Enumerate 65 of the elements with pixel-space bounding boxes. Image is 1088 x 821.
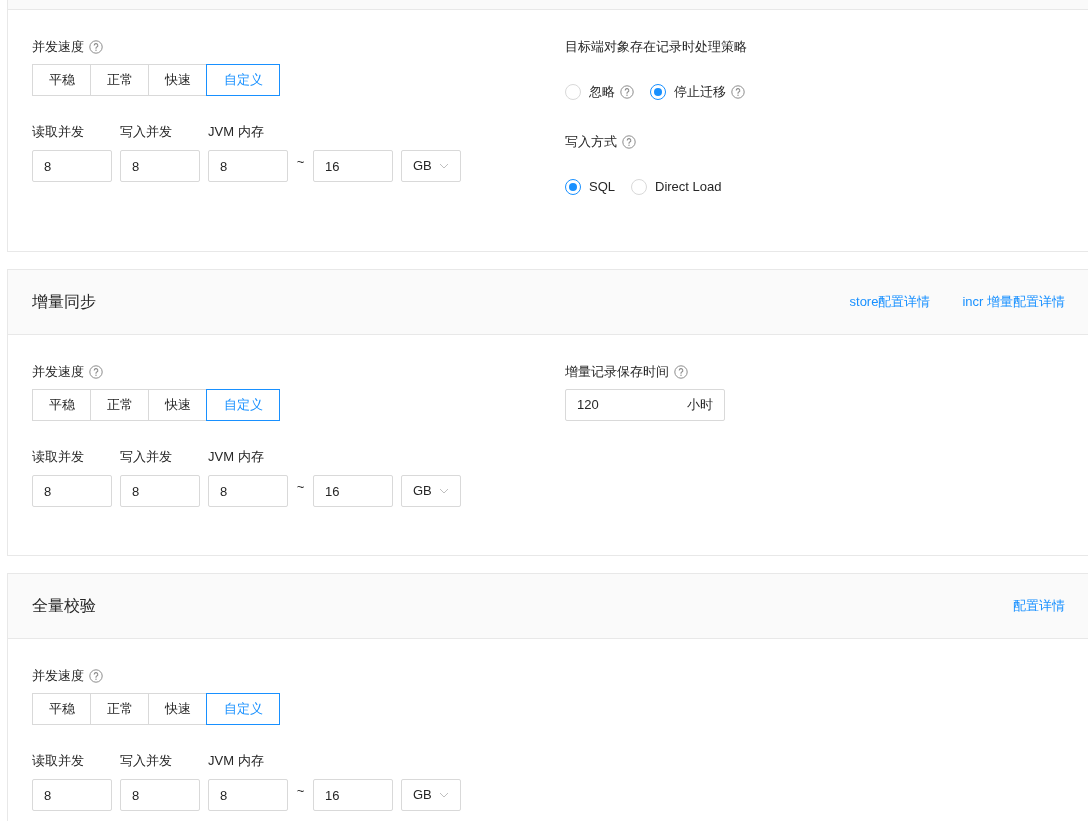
number-input[interactable]: 8 xyxy=(208,475,288,507)
field-label: 读取并发 xyxy=(32,123,85,142)
speed-option[interactable]: 平稳 xyxy=(32,693,91,725)
help-icon[interactable] xyxy=(731,85,745,99)
help-icon[interactable] xyxy=(674,365,688,379)
number-input[interactable]: 16 xyxy=(313,779,393,811)
speed-option[interactable]: 快速 xyxy=(148,64,207,96)
field-label: 并发速度 xyxy=(32,363,84,382)
number-input[interactable]: 8 xyxy=(32,475,112,507)
radio-label: 忽略 xyxy=(589,83,615,102)
help-icon[interactable] xyxy=(620,85,634,99)
help-icon[interactable] xyxy=(89,669,103,683)
speed-option[interactable]: 平稳 xyxy=(32,64,91,96)
number-input[interactable]: 8 xyxy=(32,150,112,182)
radio-option[interactable]: 忽略 xyxy=(565,82,634,102)
number-input[interactable]: 8 xyxy=(32,779,112,811)
radio-option[interactable]: SQL xyxy=(565,177,615,197)
speed-option[interactable]: 平稳 xyxy=(32,389,91,421)
unit-suffix: 小时 xyxy=(687,396,713,415)
number-input[interactable]: 8 xyxy=(120,779,200,811)
radio-option[interactable]: Direct Load xyxy=(631,177,722,197)
chevron-down-icon xyxy=(439,163,449,169)
range-separator: ~ xyxy=(295,153,306,172)
number-input[interactable]: 8 xyxy=(120,475,200,507)
range-separator: ~ xyxy=(295,782,306,801)
unit-select[interactable]: GB xyxy=(401,150,461,182)
field-label: 增量记录保存时间 xyxy=(565,363,669,382)
number-input[interactable]: 8 xyxy=(208,150,288,182)
radio-label: 停止迁移 xyxy=(674,83,726,102)
number-input[interactable]: 8 xyxy=(120,150,200,182)
help-icon[interactable] xyxy=(89,40,103,54)
help-icon[interactable] xyxy=(89,365,103,379)
field-label: 读取并发 xyxy=(32,752,85,771)
field-label: 写入并发 xyxy=(120,448,173,467)
radio-label: Direct Load xyxy=(655,178,722,197)
section-title: 全量校验 xyxy=(32,596,96,616)
hours-input[interactable]: 120 小时 xyxy=(565,389,725,421)
radio-option[interactable]: 停止迁移 xyxy=(650,82,745,102)
field-label: JVM 内存 xyxy=(208,448,264,467)
radio-label: SQL xyxy=(589,178,615,197)
speed-option[interactable]: 快速 xyxy=(148,693,207,725)
field-label: JVM 内存 xyxy=(208,752,264,771)
speed-option[interactable]: 正常 xyxy=(90,389,149,421)
field-label: 写入并发 xyxy=(120,752,173,771)
section-title: 增量同步 xyxy=(32,292,96,312)
field-label: 读取并发 xyxy=(32,448,85,467)
field-label: 目标端对象存在记录时处理策略 xyxy=(565,38,747,57)
chevron-down-icon xyxy=(439,488,449,494)
speed-option[interactable]: 正常 xyxy=(90,693,149,725)
unit-select[interactable]: GB xyxy=(401,779,461,811)
field-label: 写入并发 xyxy=(120,123,173,142)
number-input[interactable]: 16 xyxy=(313,150,393,182)
range-separator: ~ xyxy=(295,478,306,497)
unit-select[interactable]: GB xyxy=(401,475,461,507)
help-icon[interactable] xyxy=(622,135,636,149)
number-input[interactable]: 16 xyxy=(313,475,393,507)
input-value: 120 xyxy=(577,396,599,415)
field-label: 写入方式 xyxy=(565,133,617,152)
number-input[interactable]: 8 xyxy=(208,779,288,811)
chevron-down-icon xyxy=(439,792,449,798)
speed-option[interactable]: 快速 xyxy=(148,389,207,421)
field-label: 并发速度 xyxy=(32,667,84,686)
field-label: 并发速度 xyxy=(32,38,84,57)
field-label: JVM 内存 xyxy=(208,123,264,142)
speed-option[interactable]: 正常 xyxy=(90,64,149,96)
